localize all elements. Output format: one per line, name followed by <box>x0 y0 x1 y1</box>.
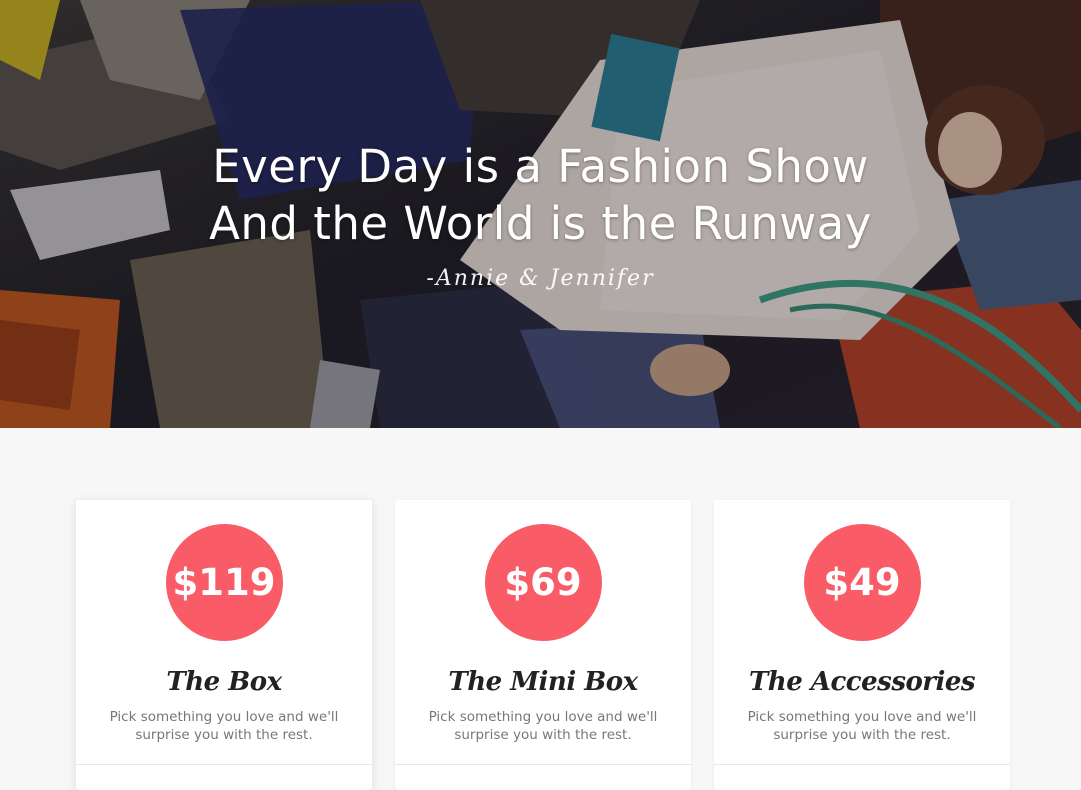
pricing-card-the-mini-box[interactable]: $69 The Mini Box Pick something you love… <box>395 500 691 790</box>
hero-headline-line-1: Every Day is a Fashion Show <box>212 140 869 193</box>
price-badge: $49 <box>803 524 921 641</box>
card-divider <box>395 764 691 765</box>
pricing-cards: $119 The Box Pick something you love and… <box>76 500 1010 790</box>
plan-name: The Accessories <box>748 667 976 697</box>
card-divider <box>76 764 372 765</box>
hero-headline-line-2: And the World is the Runway <box>209 197 872 250</box>
price-badge: $69 <box>484 524 602 641</box>
price-badge: $119 <box>165 524 283 641</box>
plan-description: Pick something you love and we'll surpri… <box>428 709 658 743</box>
plan-description: Pick something you love and we'll surpri… <box>747 709 977 743</box>
card-divider <box>714 764 1010 765</box>
pricing-card-the-box[interactable]: $119 The Box Pick something you love and… <box>76 500 372 790</box>
plan-name: The Mini Box <box>448 667 638 697</box>
hero-signature: -Annie & Jennifer <box>426 266 655 291</box>
pricing-card-the-accessories[interactable]: $49 The Accessories Pick something you l… <box>714 500 1010 790</box>
plan-name: The Box <box>166 667 282 697</box>
plan-description: Pick something you love and we'll surpri… <box>109 709 339 743</box>
hero-quote: Every Day is a Fashion Show And the Worl… <box>0 138 1081 291</box>
hero-banner: Every Day is a Fashion Show And the Worl… <box>0 0 1081 428</box>
